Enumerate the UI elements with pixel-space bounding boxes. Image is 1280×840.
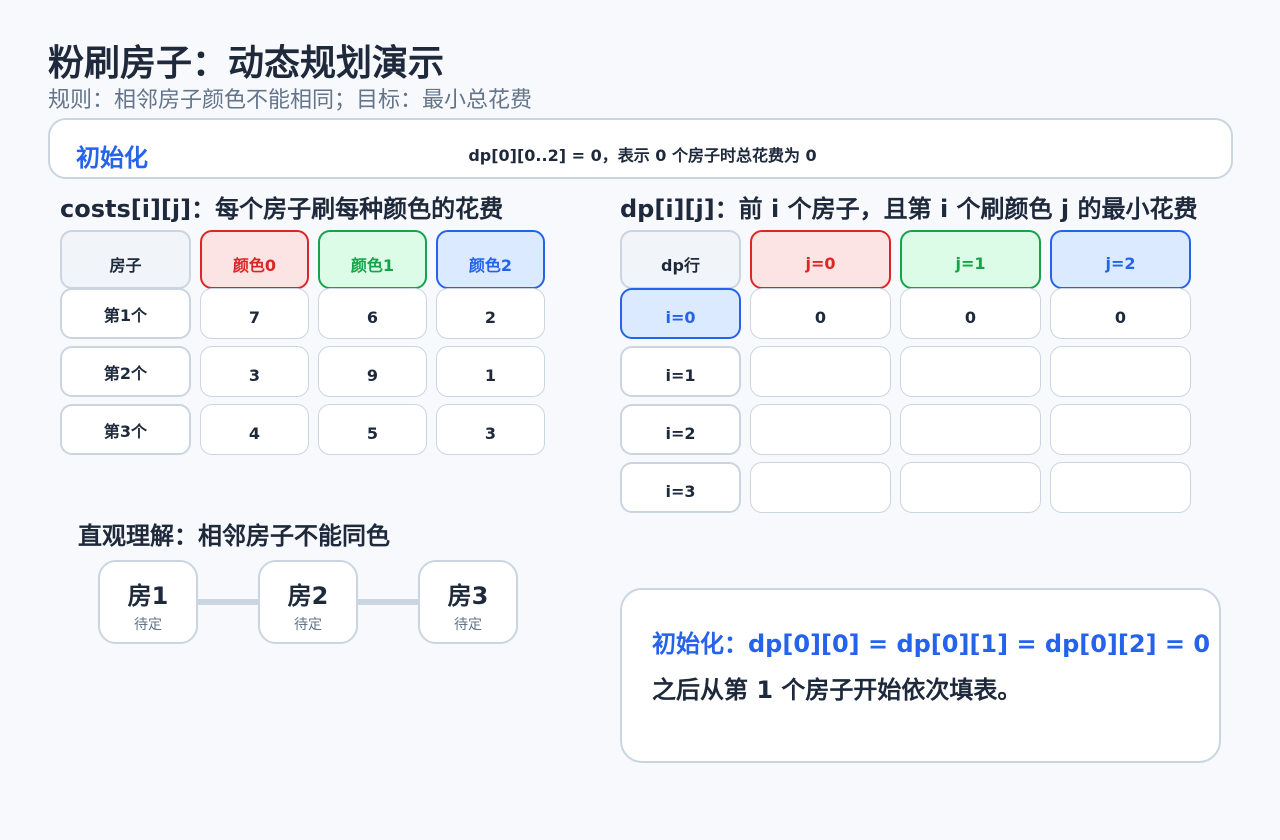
house-connector-1-2 <box>197 599 261 605</box>
dp-row-header-0: i=0 <box>620 288 741 339</box>
dp-cell-3-2 <box>1050 462 1191 513</box>
costs-cell-1-1: 6 <box>318 288 427 339</box>
costs-cell-2-2: 1 <box>436 346 545 397</box>
dp-corner-header: dp行 <box>620 230 741 289</box>
explanation-line-1: 初始化：dp[0][0] = dp[0][1] = dp[0][2] = 0 <box>652 630 1211 658</box>
costs-col-header-1: 颜色1 <box>318 230 427 289</box>
dp-cell-1-0 <box>750 346 891 397</box>
dp-col-header-2: j=2 <box>1050 230 1191 289</box>
costs-cell-3-0: 4 <box>200 404 309 455</box>
dp-cell-1-1 <box>900 346 1041 397</box>
house-card-2: 房2 待定 <box>258 560 358 644</box>
dp-row-header-3: i=3 <box>620 462 741 513</box>
dp-cell-0-2: 0 <box>1050 288 1191 339</box>
costs-row-header-1: 第1个 <box>60 288 191 339</box>
dp-cell-2-2 <box>1050 404 1191 455</box>
dp-cell-3-0 <box>750 462 891 513</box>
dp-row-header-2: i=2 <box>620 404 741 455</box>
dp-col-header-1: j=1 <box>900 230 1041 289</box>
page-title: 粉刷房子：动态规划演示 <box>48 43 445 84</box>
explanation-line-2: 之后从第 1 个房子开始依次填表。 <box>652 676 1022 704</box>
costs-cell-1-2: 2 <box>436 288 545 339</box>
costs-cell-3-2: 3 <box>436 404 545 455</box>
dp-cell-0-0: 0 <box>750 288 891 339</box>
costs-cell-2-1: 9 <box>318 346 427 397</box>
dp-cell-1-2 <box>1050 346 1191 397</box>
house-status: 待定 <box>134 617 162 633</box>
step-description: dp[0][0..2] = 0，表示 0 个房子时总花费为 0 <box>468 146 817 165</box>
costs-cell-2-0: 3 <box>200 346 309 397</box>
page-subtitle: 规则：相邻房子颜色不能相同；目标：最小总花费 <box>48 88 533 113</box>
costs-table-title: costs[i][j]：每个房子刷每种颜色的花费 <box>60 195 504 223</box>
house-status: 待定 <box>294 617 322 633</box>
costs-row-header-2: 第2个 <box>60 346 191 397</box>
costs-cell-3-1: 5 <box>318 404 427 455</box>
costs-col-header-2: 颜色2 <box>436 230 545 289</box>
house-connector-2-3 <box>357 599 421 605</box>
dp-table-title: dp[i][j]：前 i 个房子，且第 i 个刷颜色 j 的最小花费 <box>620 195 1198 223</box>
intuition-title: 直观理解：相邻房子不能同色 <box>78 522 390 550</box>
costs-cell-1-0: 7 <box>200 288 309 339</box>
house-card-1: 房1 待定 <box>98 560 198 644</box>
dp-row-header-1: i=1 <box>620 346 741 397</box>
house-name: 房3 <box>447 582 489 610</box>
house-name: 房1 <box>127 582 169 610</box>
costs-row-header-3: 第3个 <box>60 404 191 455</box>
dp-cell-0-1: 0 <box>900 288 1041 339</box>
house-name: 房2 <box>287 582 329 610</box>
dp-cell-2-1 <box>900 404 1041 455</box>
costs-corner-header: 房子 <box>60 230 191 289</box>
explanation-box: 初始化：dp[0][0] = dp[0][1] = dp[0][2] = 0 之… <box>620 588 1221 763</box>
house-card-3: 房3 待定 <box>418 560 518 644</box>
dp-col-header-0: j=0 <box>750 230 891 289</box>
house-status: 待定 <box>454 617 482 633</box>
step-banner: 初始化 dp[0][0..2] = 0，表示 0 个房子时总花费为 0 <box>48 118 1233 179</box>
costs-col-header-0: 颜色0 <box>200 230 309 289</box>
dp-cell-2-0 <box>750 404 891 455</box>
dp-cell-3-1 <box>900 462 1041 513</box>
